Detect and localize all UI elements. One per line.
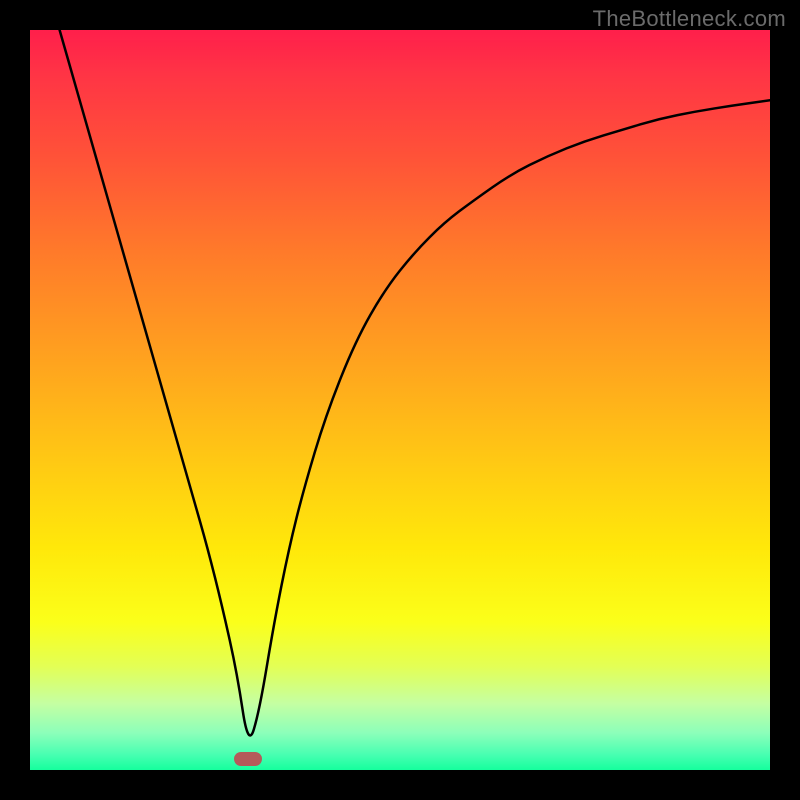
plot-area bbox=[30, 30, 770, 770]
minimum-marker bbox=[234, 752, 262, 766]
curve-svg bbox=[30, 30, 770, 770]
chart-root: TheBottleneck.com bbox=[0, 0, 800, 800]
bottleneck-curve-path bbox=[60, 30, 770, 735]
watermark-text: TheBottleneck.com bbox=[593, 6, 786, 32]
